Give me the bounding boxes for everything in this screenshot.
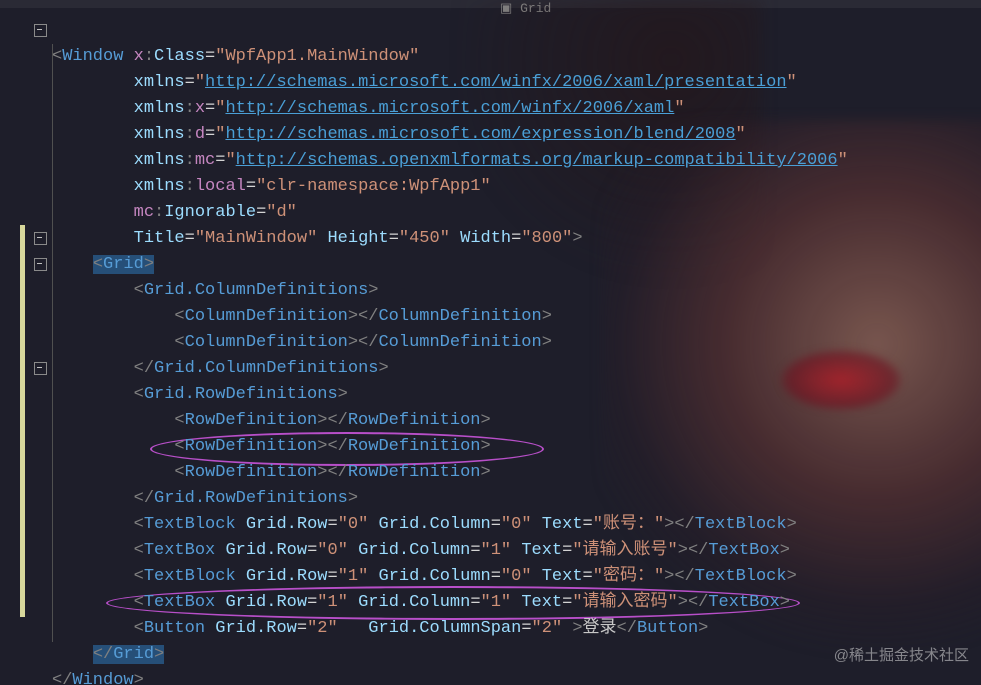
code-editor[interactable]: ▣ Grid <Window x:Class="WpfApp1.MainWind… [0, 0, 981, 685]
fold-toggle[interactable] [34, 362, 47, 375]
watermark: @稀土掘金技术社区 [834, 643, 969, 669]
change-marker [20, 225, 25, 617]
fold-toggle[interactable] [34, 24, 47, 37]
fold-toggle[interactable] [34, 232, 47, 245]
fold-toggle[interactable] [34, 258, 47, 271]
editor-topbar [0, 0, 981, 8]
code-area[interactable]: <Window x:Class="WpfApp1.MainWindow" xml… [52, 18, 848, 685]
